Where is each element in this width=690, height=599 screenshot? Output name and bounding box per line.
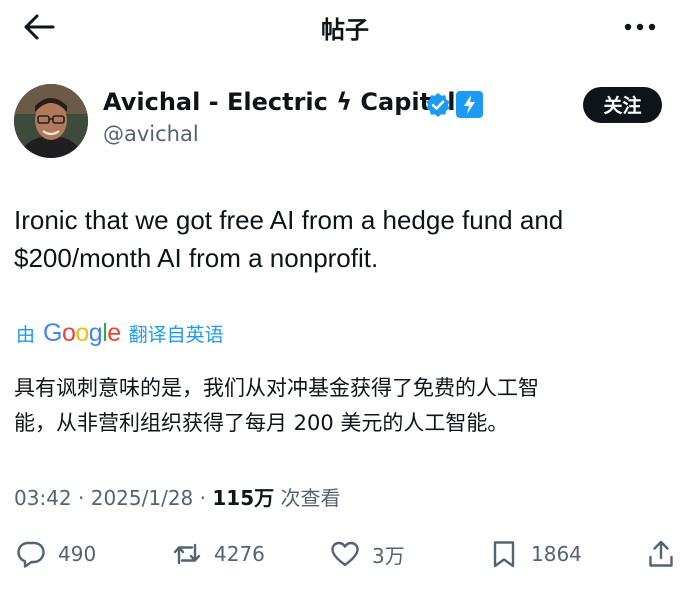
page-title: 帖子: [321, 16, 369, 44]
tweet-text-line: $200/month AI from a nonprofit.: [14, 243, 379, 273]
translated-line: 具有讽刺意味的是，我们从对冲基金获得了免费的人工智: [14, 376, 539, 400]
bookmark-icon: [493, 541, 515, 568]
avatar[interactable]: [14, 84, 88, 158]
meta-separator: ·: [78, 486, 85, 510]
tweet-text-line: Ironic that we got free AI from a hedge …: [14, 205, 564, 235]
more-icon[interactable]: [622, 13, 658, 41]
bookmark-button[interactable]: 1864: [489, 537, 582, 571]
follow-button[interactable]: 关注: [583, 87, 662, 123]
translated-text: 具有讽刺意味的是，我们从对冲基金获得了免费的人工智 能，从非营利组织获得了每月 …: [14, 371, 674, 441]
reply-count: 490: [58, 542, 97, 566]
repost-icon: [173, 543, 201, 565]
like-button[interactable]: 3万: [330, 537, 405, 571]
post-date: 2025/1/28: [90, 486, 194, 510]
view-label: 次查看: [280, 486, 341, 510]
post-time: 03:42: [14, 486, 72, 510]
reply-button[interactable]: 490: [16, 537, 96, 571]
meta-separator: ·: [199, 486, 206, 510]
share-icon: [649, 540, 673, 567]
translate-suffix: 翻译自英语: [128, 323, 224, 346]
google-logo: Google: [43, 318, 121, 347]
lightning-badge-icon: [456, 91, 483, 118]
repost-count: 4276: [214, 542, 265, 566]
repost-button[interactable]: 4276: [172, 537, 265, 571]
view-count[interactable]: 115万: [212, 486, 274, 510]
verified-icon: [426, 93, 450, 117]
author-name[interactable]: Avichal - Electric ϟ Capital: [103, 88, 456, 116]
bookmark-count: 1864: [531, 542, 582, 566]
tweet-meta: 03:42 · 2025/1/28 · 115万 次查看: [14, 482, 340, 511]
share-button[interactable]: [646, 537, 676, 571]
author-handle[interactable]: @avichal: [103, 122, 199, 146]
translated-line: 能，从非营利组织获得了每月 200 美元的人工智能。: [14, 411, 509, 435]
tweet-text: Ironic that we got free AI from a hedge …: [14, 201, 664, 277]
like-count: 3万: [372, 543, 405, 568]
reply-icon: [17, 541, 45, 568]
translate-prefix: 由: [16, 323, 36, 346]
translation-attribution[interactable]: 由 Google 翻译自英语: [16, 318, 224, 348]
like-icon: [331, 541, 359, 567]
